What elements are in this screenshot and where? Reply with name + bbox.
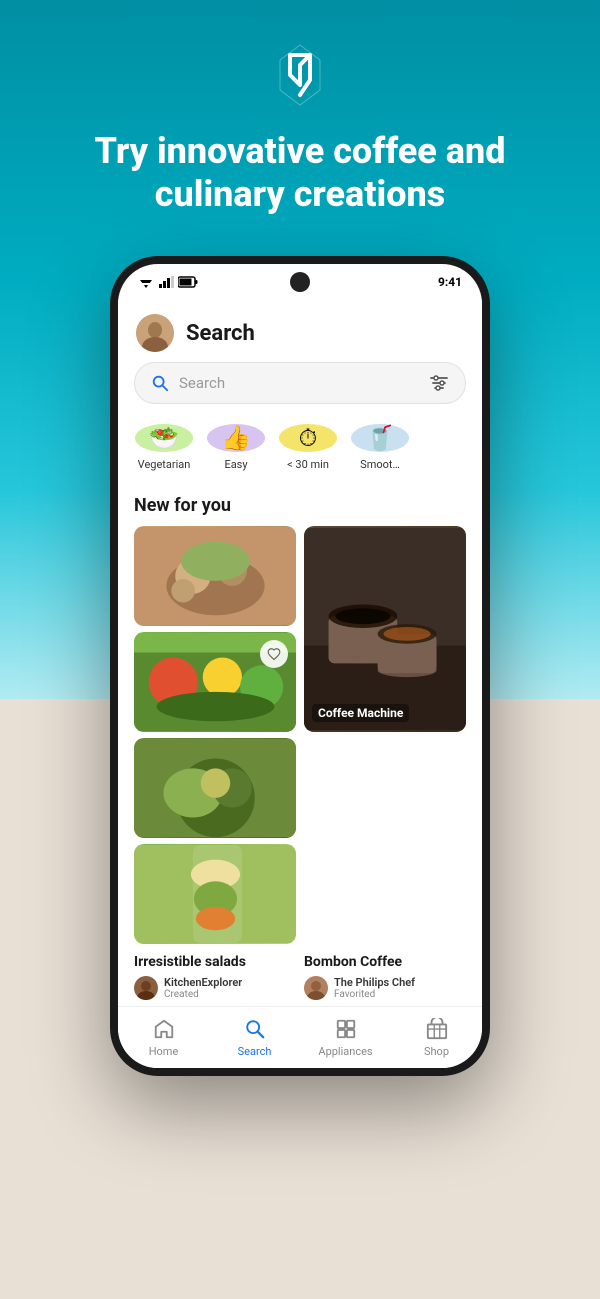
quick-label: < 30 min: [287, 458, 329, 471]
philips-chef-avatar: [304, 976, 328, 1000]
nav-shop[interactable]: Shop: [391, 1013, 482, 1062]
filter-icon[interactable]: [429, 373, 449, 393]
phone-frame: 9:41 Search: [110, 256, 490, 1076]
page-title: Search: [186, 321, 255, 346]
category-vegetarian[interactable]: 🥗 Vegetarian: [134, 424, 194, 467]
user-avatar[interactable]: [136, 314, 174, 352]
kitchen-explorer-avatar: [134, 976, 158, 1000]
vegetarian-label: Vegetarian: [138, 458, 191, 471]
vegetarian-chip-icon: 🥗: [135, 424, 193, 452]
nav-search[interactable]: Search: [209, 1013, 300, 1062]
nav-appliances[interactable]: Appliances: [300, 1013, 391, 1062]
easy-chip-icon: 👍: [207, 424, 265, 452]
app-tagline: Try innovative coffee and culinary creat…: [0, 130, 600, 216]
coffee-author: The Philips Chef Favorited: [304, 976, 466, 1000]
salad-image-1[interactable]: [134, 526, 296, 626]
salads-info: Irresistible salads KitchenExplorer Crea…: [134, 954, 296, 1000]
header-area: Try innovative coffee and culinary creat…: [0, 0, 600, 246]
home-icon: [153, 1018, 175, 1040]
appliances-nav-label: Appliances: [318, 1045, 372, 1058]
shop-icon: [426, 1018, 448, 1040]
appliances-nav-icon: [334, 1017, 358, 1041]
search-nav-icon-svg: [244, 1018, 266, 1040]
category-smoothie[interactable]: 🥤 Smoot…: [350, 424, 410, 467]
status-icons: [138, 276, 198, 288]
coffee-info: Bombon Coffee The Philips Chef Favorited: [304, 954, 466, 1000]
bottom-nav: Home Search: [118, 1006, 482, 1068]
kitchen-explorer-action: Created: [164, 989, 242, 1000]
kitchen-explorer-info: KitchenExplorer Created: [164, 976, 242, 1000]
new-for-you-header: New for you: [118, 481, 482, 526]
nav-home[interactable]: Home: [118, 1013, 209, 1062]
salads-author: KitchenExplorer Created: [134, 976, 296, 1000]
recipe-col-right: Coffee Machine: [304, 526, 466, 944]
recipe-col-left: [134, 526, 296, 944]
coffee-machine-badge: Coffee Machine: [312, 704, 409, 722]
wifi-icon: [138, 276, 154, 288]
quick-chip-icon: ⏱: [279, 424, 337, 452]
recipe-grid: Coffee Machine: [118, 526, 482, 944]
coffee-image[interactable]: Coffee Machine: [304, 526, 466, 732]
search-bar[interactable]: Search: [134, 362, 466, 404]
salad-image-2[interactable]: [134, 632, 296, 732]
kitchen-explorer-name: KitchenExplorer: [164, 976, 242, 989]
app-content: Search Search: [118, 300, 482, 1068]
philips-chef-name: The Philips Chef: [334, 976, 415, 989]
easy-label: Easy: [224, 458, 247, 471]
salad-image-3[interactable]: [134, 738, 296, 838]
home-nav-label: Home: [149, 1045, 179, 1058]
signal-icon: [158, 276, 174, 288]
category-quick[interactable]: ⏱ < 30 min: [278, 424, 338, 467]
philips-chef-action: Favorited: [334, 989, 415, 1000]
search-placeholder: Search: [179, 374, 429, 392]
heart-icon: [267, 647, 281, 661]
recipe-info-row: Irresistible salads KitchenExplorer Crea…: [118, 944, 482, 1006]
shop-nav-icon: [425, 1017, 449, 1041]
phone-mockup: 9:41 Search: [0, 256, 600, 1076]
salad-image-4[interactable]: [134, 844, 296, 944]
app-logo-icon: [270, 40, 330, 110]
philips-chef-info: The Philips Chef Favorited: [334, 976, 415, 1000]
search-nav-icon: [243, 1017, 267, 1041]
appliances-icon: [335, 1018, 357, 1040]
shop-nav-label: Shop: [424, 1045, 449, 1058]
search-bar-container: Search: [118, 362, 482, 418]
category-easy[interactable]: 👍 Easy: [206, 424, 266, 467]
status-bar: 9:41: [118, 264, 482, 300]
search-nav-label: Search: [238, 1045, 272, 1058]
app-header: Search: [118, 300, 482, 362]
status-time: 9:41: [438, 275, 462, 289]
battery-icon: [178, 276, 198, 288]
salads-title: Irresistible salads: [134, 954, 296, 970]
smoothie-chip-icon: 🥤: [351, 424, 409, 452]
coffee-title: Bombon Coffee: [304, 954, 466, 970]
smoothie-label: Smoot…: [360, 458, 400, 471]
categories-row: 🥗 Vegetarian 👍 Easy ⏱ < 30 min 🥤 Smoot…: [118, 418, 482, 481]
home-nav-icon: [152, 1017, 176, 1041]
camera-notch: [290, 272, 310, 292]
search-icon: [151, 374, 169, 392]
